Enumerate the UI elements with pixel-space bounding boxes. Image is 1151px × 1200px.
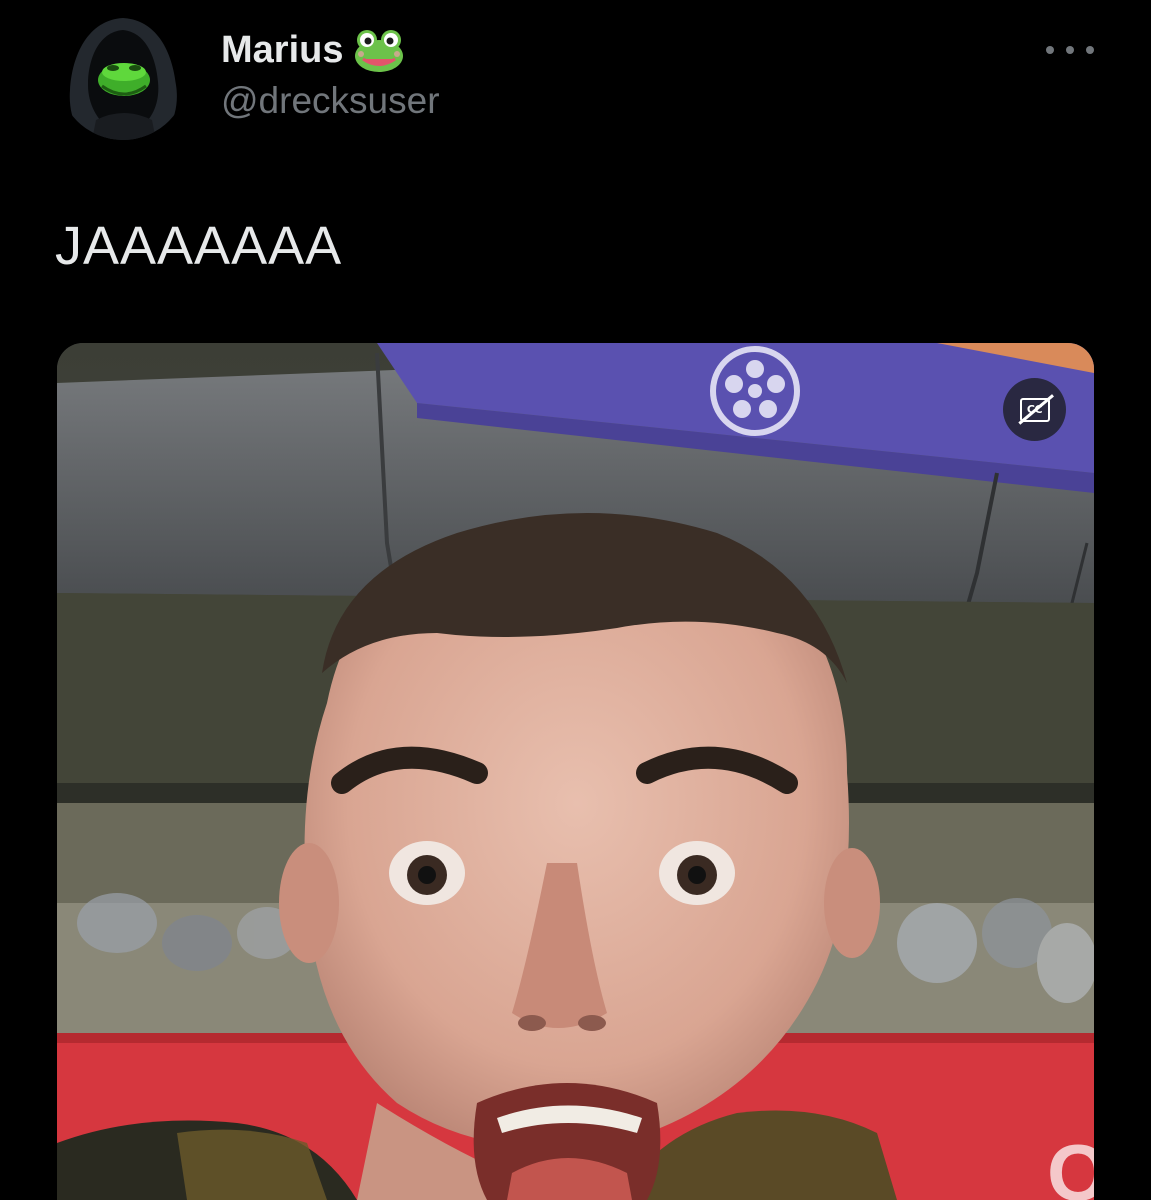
author-name[interactable]: Marius	[221, 26, 405, 74]
tweet-text: JAAAAAAA	[55, 216, 343, 276]
video-player[interactable]: O	[57, 343, 1094, 1200]
more-dot	[1066, 46, 1074, 54]
avatar[interactable]	[58, 10, 188, 140]
tweet: Marius @drecksuser JAAAAAAA O	[0, 0, 1151, 1200]
frog-emoji-icon	[353, 26, 405, 74]
hooded-frog-avatar-icon	[58, 10, 188, 140]
cc-slash	[1017, 393, 1054, 424]
svg-text:O: O	[1047, 1128, 1094, 1200]
more-horizontal-icon	[1046, 46, 1054, 54]
video-frame: O	[57, 343, 1094, 1200]
closed-captions-off-icon: CC	[1017, 393, 1054, 424]
more-options-button[interactable]	[1046, 35, 1094, 65]
display-name: Marius	[221, 28, 344, 71]
author-handle[interactable]: @drecksuser	[221, 80, 440, 122]
more-dot	[1086, 46, 1094, 54]
closed-captions-button[interactable]: CC	[1003, 378, 1066, 441]
